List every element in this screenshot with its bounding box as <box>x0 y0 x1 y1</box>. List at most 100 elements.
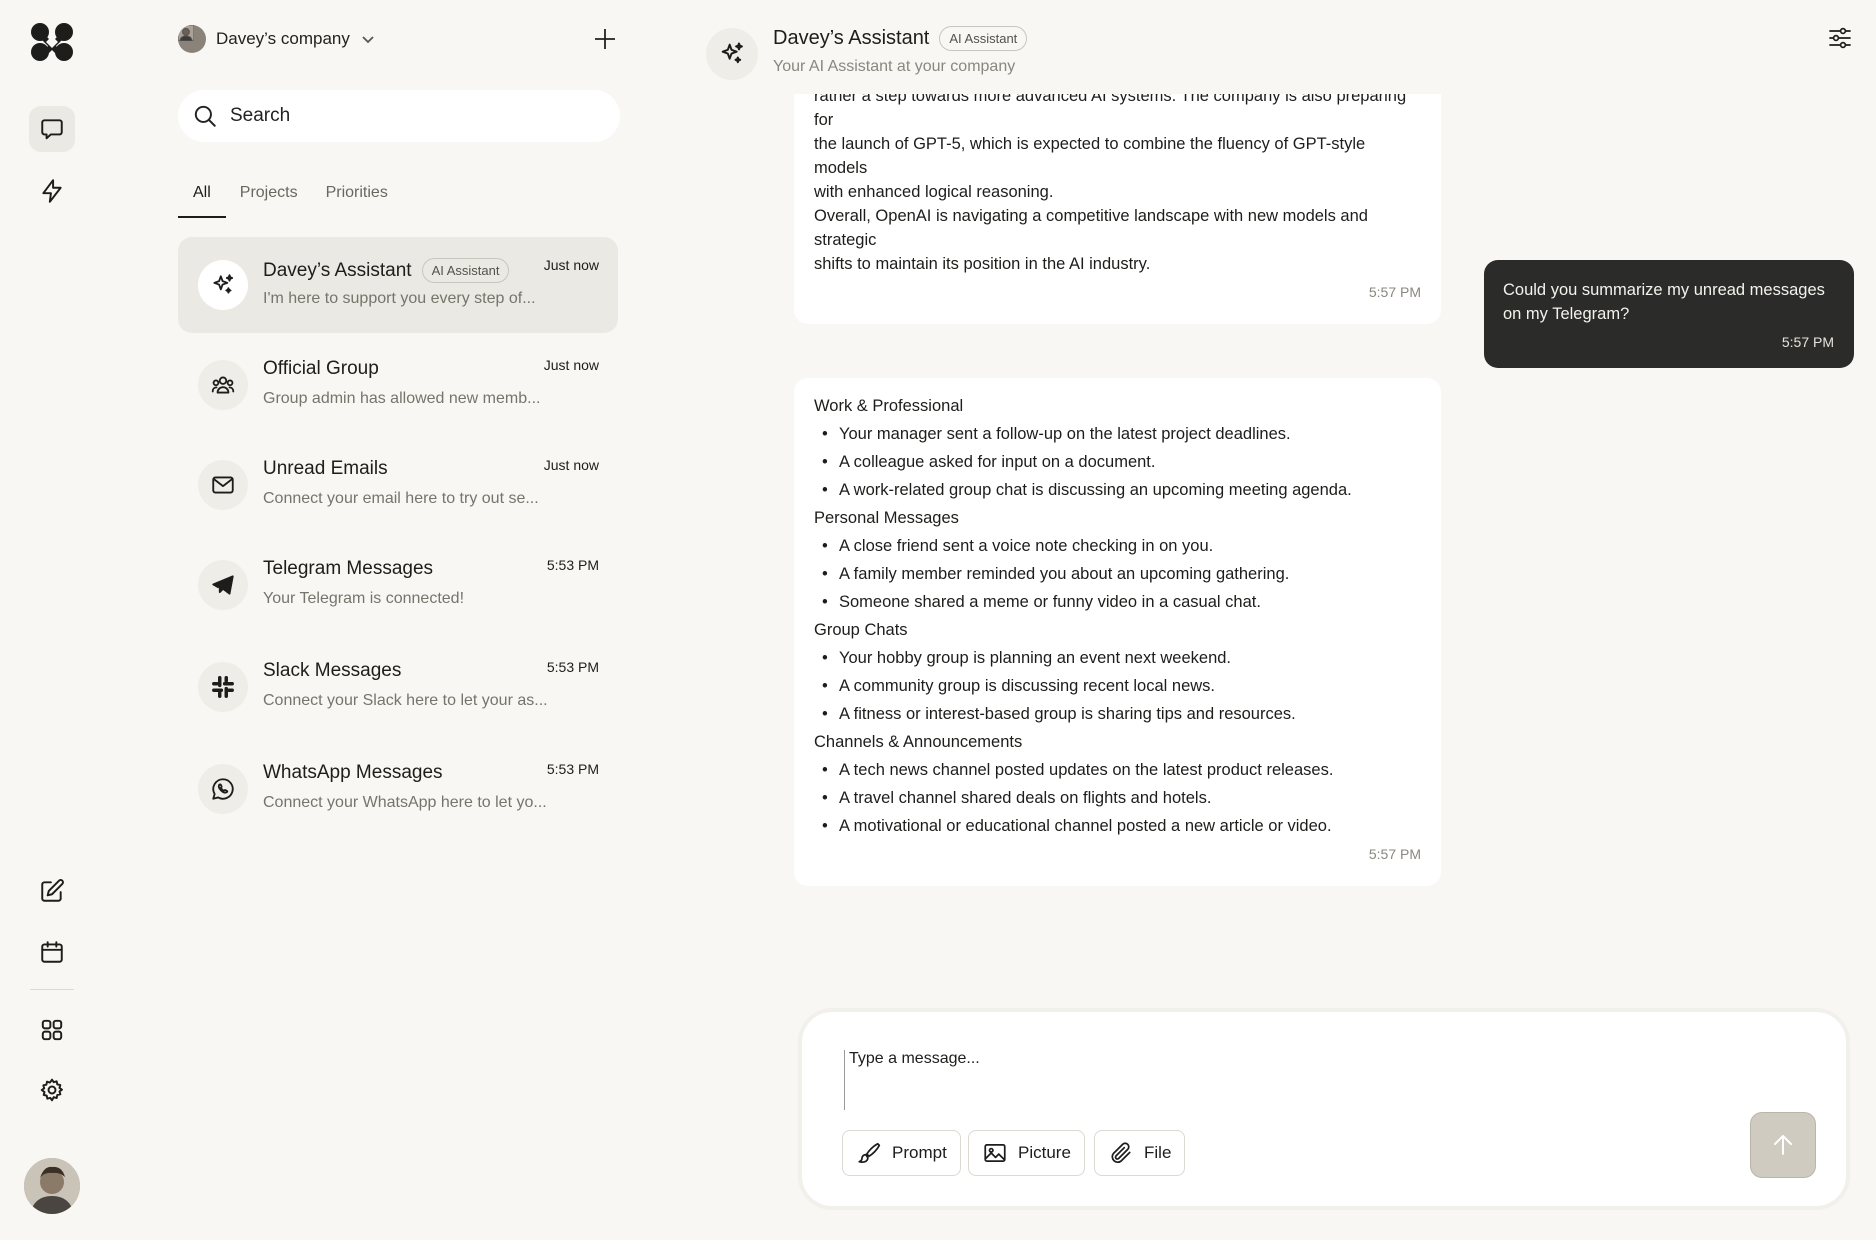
message-line: rather a step towards more advanced AI s… <box>814 94 1407 129</box>
list-item: Your manager sent a follow-up on the lat… <box>814 422 1421 446</box>
prompt-button[interactable]: Prompt <box>842 1130 961 1176</box>
edit-icon <box>41 879 64 902</box>
settings-nav-button[interactable] <box>29 1067 75 1113</box>
calendar-nav-button[interactable] <box>29 929 75 975</box>
user-avatar[interactable] <box>24 1158 80 1214</box>
compose-nav-button[interactable] <box>29 868 75 914</box>
list-item: A tech news channel posted updates on th… <box>814 758 1421 782</box>
conversation-item-official-group[interactable]: Official Group Group admin has allowed n… <box>178 337 618 433</box>
group-icon <box>198 360 248 410</box>
ai-assistant-badge: AI Assistant <box>421 258 510 283</box>
section-list: Your manager sent a follow-up on the lat… <box>814 422 1421 502</box>
file-button[interactable]: File <box>1094 1130 1186 1176</box>
list-item: A community group is discussing recent l… <box>814 674 1421 698</box>
chat-subtitle: Your AI Assistant at your company <box>773 58 1016 75</box>
conversation-preview: Connect your Slack here to let your as..… <box>263 692 548 709</box>
list-item: A motivational or educational channel po… <box>814 814 1421 838</box>
message-line: shifts to maintain its position in the A… <box>814 255 1151 273</box>
message-line: the launch of GPT-5, which is expected t… <box>814 135 1366 177</box>
list-item: A fitness or interest-based group is sha… <box>814 702 1421 726</box>
section-list: A tech news channel posted updates on th… <box>814 758 1421 838</box>
mail-icon <box>198 460 248 510</box>
chat-title: Davey’s Assistant <box>773 27 930 49</box>
conversation-time: 5:53 PM <box>546 659 599 675</box>
chevron-down-icon <box>362 36 374 44</box>
sliders-icon <box>1829 27 1851 49</box>
conversation-preview: Connect your WhatsApp here to let yo... <box>263 794 547 811</box>
search-bar[interactable] <box>178 90 620 142</box>
tab-all[interactable]: All <box>178 180 226 218</box>
assistant-summary-message: Work & Professional Your manager sent a … <box>794 378 1441 886</box>
conversation-title: WhatsApp Messages <box>263 762 443 783</box>
conversation-title: Unread Emails <box>263 458 388 479</box>
conversation-item-telegram[interactable]: Telegram Messages Your Telegram is conne… <box>178 537 618 633</box>
conversation-item-unread-emails[interactable]: Unread Emails Connect your email here to… <box>178 437 618 533</box>
company-switcher[interactable]: Davey’s company <box>178 24 376 54</box>
conversation-title: Telegram Messages <box>263 558 434 579</box>
arrow-up-icon <box>1774 1135 1792 1155</box>
section-heading: Work & Professional <box>814 397 964 415</box>
message-line: with enhanced logical reasoning. <box>814 183 1054 201</box>
list-item: Your hobby group is planning an event ne… <box>814 646 1421 670</box>
sparkles-icon <box>706 28 758 80</box>
rail-divider <box>30 989 74 990</box>
conversation-list-panel: Davey’s company All Projects Priorities … <box>178 0 620 1240</box>
new-conversation-button[interactable] <box>590 24 620 54</box>
company-name: Davey’s company <box>216 29 350 48</box>
apps-nav-button[interactable] <box>29 1007 75 1053</box>
search-input[interactable] <box>230 105 590 127</box>
company-avatar <box>178 25 206 53</box>
message-composer: Prompt Picture File <box>802 1012 1846 1206</box>
brush-icon <box>858 1142 881 1164</box>
tab-priorities[interactable]: Priorities <box>312 180 402 218</box>
conversation-title: Davey’s Assistant <box>263 259 412 281</box>
conversation-time: Just now <box>543 257 599 273</box>
message-time: 5:57 PM <box>1368 284 1421 300</box>
conversation-item-assistant[interactable]: Davey’s Assistant AI Assistant I'm here … <box>178 237 618 333</box>
file-button-label: File <box>1144 1143 1172 1162</box>
list-item: A family member reminded you about an up… <box>814 562 1421 586</box>
automations-nav-button[interactable] <box>29 168 75 214</box>
conversation-tabs: All Projects Priorities <box>178 180 620 218</box>
message-line: on my Telegram? <box>1503 305 1630 323</box>
conversation-time: Just now <box>543 457 599 473</box>
message-time: 5:57 PM <box>1368 846 1421 862</box>
chat-nav-button[interactable] <box>29 106 75 152</box>
message-input[interactable] <box>844 1050 1744 1110</box>
tab-projects[interactable]: Projects <box>226 180 312 218</box>
user-message: Could you summarize my unread messages o… <box>1484 260 1854 368</box>
image-icon <box>984 1144 1006 1162</box>
conversation-preview: Group admin has allowed new memb... <box>263 390 541 407</box>
sparkles-icon <box>198 260 248 310</box>
list-item: Someone shared a meme or funny video in … <box>814 590 1421 614</box>
slack-icon <box>198 662 248 712</box>
conversation-title: Slack Messages <box>263 660 402 681</box>
conversation-item-slack[interactable]: Slack Messages Connect your Slack here t… <box>178 639 618 735</box>
app-logo-icon[interactable] <box>28 22 76 62</box>
prompt-button-label: Prompt <box>892 1143 947 1162</box>
section-heading: Personal Messages <box>814 509 959 527</box>
lightning-icon <box>42 179 62 203</box>
message-line: Could you summarize my unread messages <box>1503 281 1825 299</box>
picture-button[interactable]: Picture <box>968 1130 1085 1176</box>
search-icon <box>194 105 216 127</box>
conversation-time: 5:53 PM <box>546 761 599 777</box>
send-button[interactable] <box>1750 1112 1816 1178</box>
picture-button-label: Picture <box>1018 1143 1071 1162</box>
section-list: Your hobby group is planning an event ne… <box>814 646 1421 726</box>
conversation-preview: Your Telegram is connected! <box>263 590 465 607</box>
chat-settings-button[interactable] <box>1826 24 1854 52</box>
message-list[interactable]: rather a step towards more advanced AI s… <box>706 94 1856 994</box>
whatsapp-icon <box>198 764 248 814</box>
icon-rail <box>0 0 104 1240</box>
chat-header: Davey’s Assistant AI Assistant Your AI A… <box>706 24 1806 84</box>
section-heading: Channels & Announcements <box>814 733 1023 751</box>
conversation-item-whatsapp[interactable]: WhatsApp Messages Connect your WhatsApp … <box>178 741 618 837</box>
section-heading: Group Chats <box>814 621 908 639</box>
conversation-preview: Connect your email here to try out se... <box>263 490 539 507</box>
conversation-preview: I'm here to support you every step of... <box>263 290 536 307</box>
conversation-time: Just now <box>543 357 599 373</box>
list-item: A close friend sent a voice note checkin… <box>814 534 1421 558</box>
grid-icon <box>41 1019 63 1041</box>
calendar-icon <box>41 941 63 963</box>
